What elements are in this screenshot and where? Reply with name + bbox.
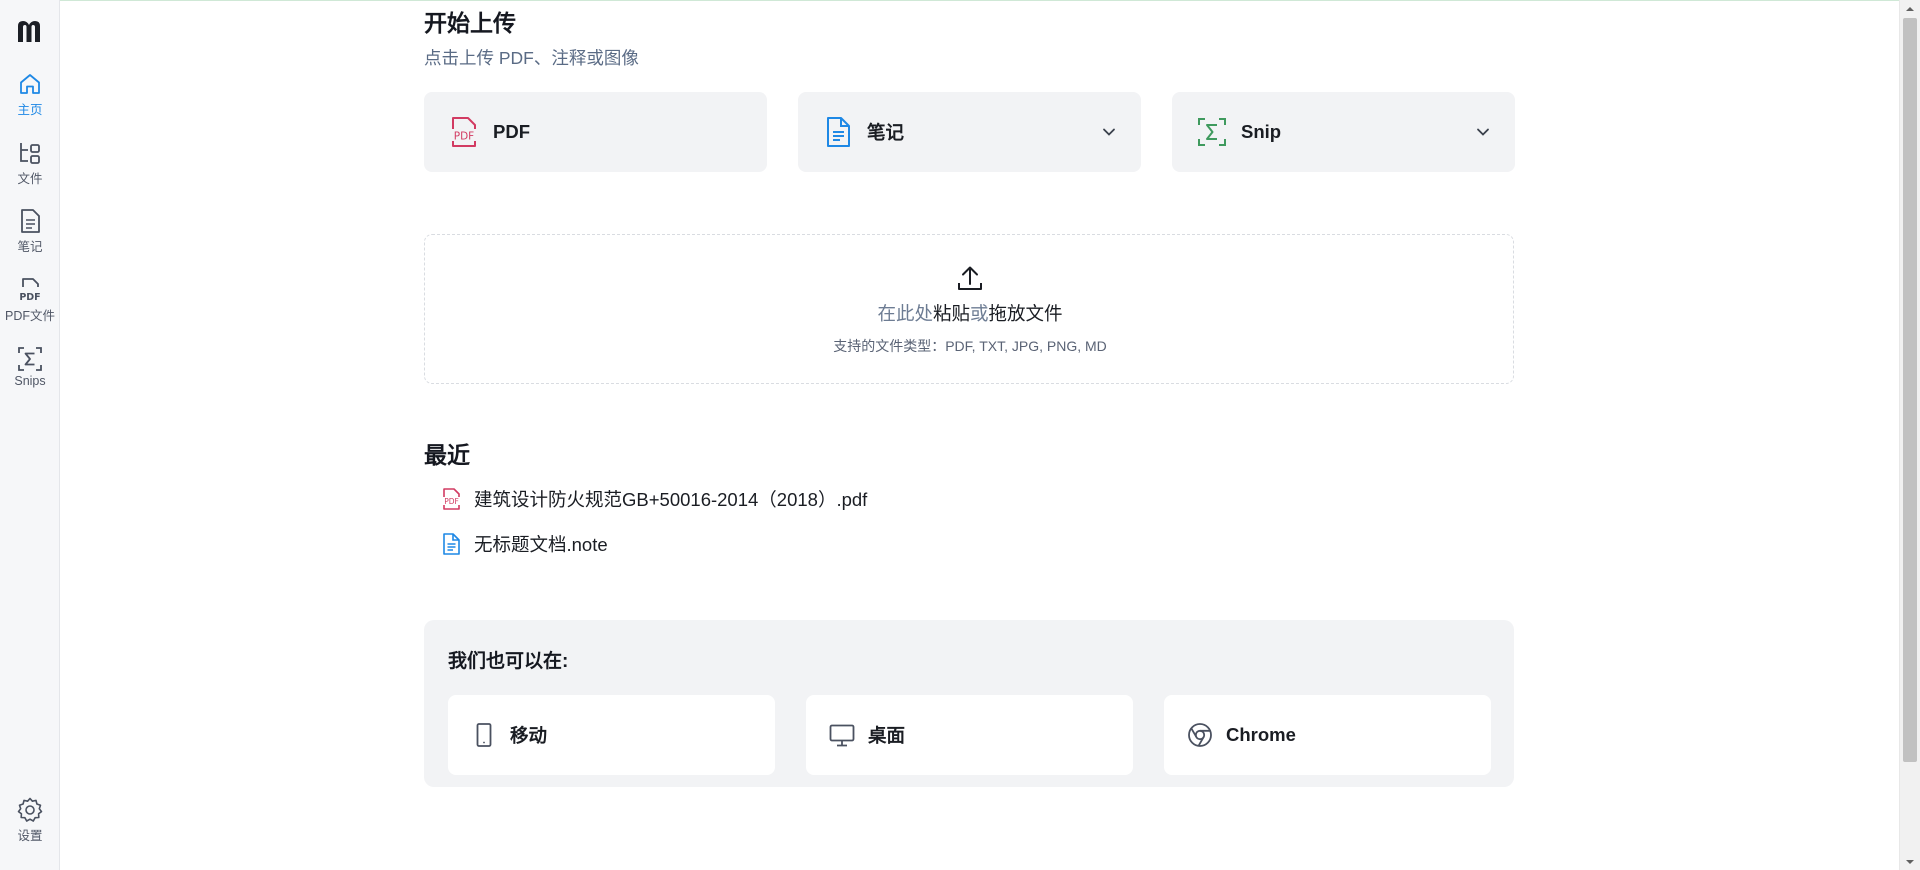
- platforms-panel: 我们也可以在: 移动 桌面 Chrome: [424, 620, 1514, 787]
- top-border: [0, 0, 1920, 1]
- chevron-down-icon[interactable]: [1101, 124, 1117, 140]
- sidebar-item-snips[interactable]: Snips: [0, 345, 60, 403]
- dropzone-instruction: 在此处粘贴或拖放文件: [877, 303, 1063, 324]
- platform-desktop-link[interactable]: 桌面: [806, 695, 1133, 775]
- platform-label: Chrome: [1226, 724, 1296, 745]
- recent-file-item[interactable]: 无标题文档.note: [440, 529, 608, 559]
- page-title: 开始上传: [424, 10, 516, 36]
- note-file-icon: [443, 533, 460, 555]
- gear-icon: [17, 797, 43, 822]
- svg-text:PDF: PDF: [19, 292, 40, 303]
- sigma-icon: [18, 347, 42, 371]
- desktop-icon: [829, 724, 855, 747]
- sidebar-item-label: 设置: [17, 829, 43, 843]
- chrome-icon: [1188, 723, 1212, 747]
- mobile-icon: [476, 723, 492, 747]
- sidebar-item-home[interactable]: 主页: [0, 70, 60, 128]
- file-dropzone[interactable]: 在此处粘贴或拖放文件 支持的文件类型：PDF, TXT, JPG, PNG, M…: [424, 234, 1514, 384]
- upload-card-label: Snip: [1241, 121, 1282, 142]
- platform-label: 移动: [510, 725, 548, 746]
- scroll-up-arrow-icon[interactable]: [1900, 0, 1920, 17]
- pdf-file-icon: PDF: [443, 488, 460, 510]
- upload-pdf-button[interactable]: PDF PDF: [424, 92, 767, 172]
- pdf-icon: PDF: [19, 278, 41, 303]
- recent-file-item[interactable]: PDF 建筑设计防火规范GB+50016-2014（2018）.pdf: [440, 484, 867, 514]
- sidebar-item-label: Snips: [14, 374, 46, 388]
- upload-icon: [958, 266, 982, 290]
- sidebar-item-settings[interactable]: 设置: [0, 796, 60, 854]
- sidebar-item-label: PDF文件: [4, 309, 55, 323]
- platforms-title: 我们也可以在:: [448, 651, 569, 672]
- home-icon: [20, 74, 40, 94]
- paste-text: 粘贴: [932, 303, 970, 324]
- sidebar: 主页 文件 笔记 PDF PDF文件 Snips 设置: [0, 0, 60, 870]
- recent-title: 最近: [424, 442, 470, 468]
- note-icon: [827, 117, 850, 147]
- sidebar-item-notes[interactable]: 笔记: [0, 207, 60, 265]
- platform-chrome-link[interactable]: Chrome: [1164, 695, 1491, 775]
- note-icon: [21, 209, 40, 233]
- svg-text:PDF: PDF: [444, 497, 459, 506]
- mathpix-logo-icon[interactable]: [13, 17, 45, 45]
- upload-note-button[interactable]: 笔记: [798, 92, 1141, 172]
- sidebar-item-pdfs[interactable]: PDF PDF文件: [0, 276, 60, 334]
- vertical-scrollbar[interactable]: [1899, 0, 1920, 870]
- supported-file-types: 支持的文件类型：PDF, TXT, JPG, PNG, MD: [833, 338, 1107, 354]
- sidebar-item-files[interactable]: 文件: [0, 139, 60, 197]
- pdf-icon: PDF: [452, 117, 476, 147]
- platform-label: 桌面: [868, 725, 906, 746]
- upload-snip-button[interactable]: Snip: [1172, 92, 1515, 172]
- page-subtitle: 点击上传 PDF、注释或图像: [424, 48, 639, 68]
- drag-drop-text: 拖放文件: [988, 303, 1063, 324]
- upload-card-label: PDF: [493, 121, 530, 142]
- sigma-icon: [1198, 118, 1226, 146]
- scroll-down-arrow-icon[interactable]: [1900, 853, 1920, 870]
- svg-text:PDF: PDF: [454, 131, 474, 143]
- recent-file-name: 无标题文档.note: [474, 534, 608, 555]
- files-icon: [20, 143, 40, 164]
- chevron-down-icon[interactable]: [1475, 124, 1491, 140]
- sidebar-item-label: 笔记: [17, 240, 43, 254]
- upload-card-label: 笔记: [867, 122, 905, 143]
- recent-file-name: 建筑设计防火规范GB+50016-2014（2018）.pdf: [474, 489, 868, 510]
- sidebar-item-label: 文件: [17, 172, 43, 186]
- platform-mobile-link[interactable]: 移动: [448, 695, 775, 775]
- sidebar-item-label: 主页: [17, 103, 43, 117]
- scrollbar-thumb[interactable]: [1903, 18, 1917, 762]
